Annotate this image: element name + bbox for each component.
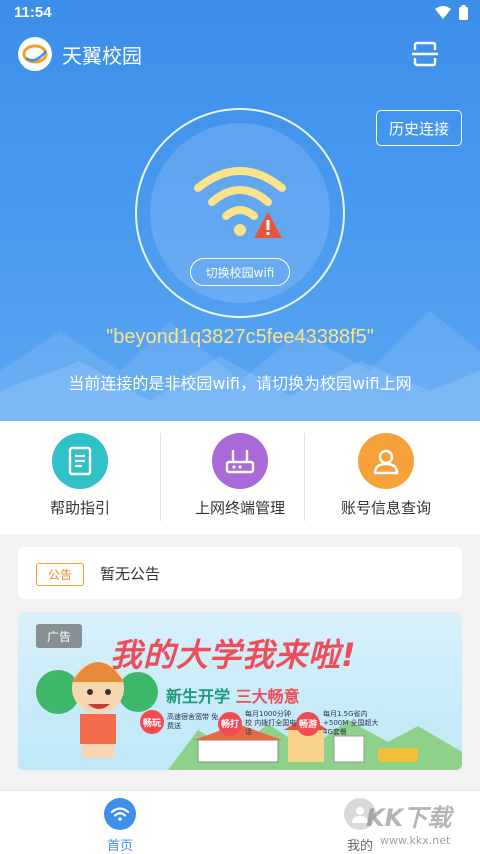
switch-campus-wifi-button[interactable]: 切换校园wifi bbox=[190, 258, 290, 286]
wifi-status-icon bbox=[435, 6, 451, 19]
perk-text: 每月1.5G省内+500M 全国超大4G套餐 bbox=[323, 710, 379, 736]
watermark-text: KK下载 bbox=[366, 804, 452, 832]
app-logo bbox=[18, 37, 52, 71]
document-icon bbox=[52, 433, 108, 489]
ad-subline-prefix: 新生开学 bbox=[166, 687, 231, 706]
ad-perk: 畅打 每月1000分钟校 内拨打全国电话 bbox=[218, 710, 297, 737]
app-title: 天翼校园 bbox=[62, 44, 142, 68]
ad-perk: 畅玩 高速宿舍宽带 免费送 bbox=[140, 710, 219, 734]
wifi-warning-icon bbox=[194, 167, 286, 238]
account-query-item[interactable]: 账号信息查询 bbox=[306, 421, 466, 534]
ad-subline-highlight: 三大畅意 bbox=[235, 687, 300, 706]
watermark: KK下载 www.kkx.net bbox=[362, 796, 480, 854]
ad-tag: 广告 bbox=[36, 624, 82, 648]
status-bar: 11:54 bbox=[0, 0, 480, 28]
tab-home-label: 首页 bbox=[106, 839, 133, 854]
connection-hint: 当前连接的是非校园wifi，请切换为校园wifi上网 bbox=[68, 374, 412, 393]
ad-subline: 新生开学 三大畅意 bbox=[166, 683, 300, 707]
perk-badge: 畅游 bbox=[296, 711, 320, 736]
tab-home[interactable]: 首页 bbox=[0, 791, 240, 854]
perk-text: 高速宿舍宽带 免费送 bbox=[167, 713, 219, 730]
ad-banner[interactable]: 广告 我的大学我来啦! 新生开学 三大畅意 畅玩 高速宿舍宽带 免费送 畅打 每… bbox=[18, 612, 462, 770]
battery-icon bbox=[459, 5, 468, 20]
divider bbox=[304, 433, 305, 521]
perk-badge: 畅打 bbox=[218, 711, 242, 736]
perk-badge: 畅玩 bbox=[140, 710, 164, 734]
quick-actions: 帮助指引 上网终端管理 账号信息查询 bbox=[0, 421, 480, 534]
ad-headline: 我的大学我来啦! bbox=[110, 636, 357, 674]
help-guide-label: 帮助指引 bbox=[49, 499, 110, 517]
ad-perk: 畅游 每月1.5G省内+500M 全国超大4G套餐 bbox=[296, 710, 385, 737]
logo-icon bbox=[22, 44, 48, 64]
app-bar: 天翼校园 bbox=[0, 30, 480, 78]
scan-icon[interactable] bbox=[410, 39, 440, 69]
status-icons bbox=[435, 5, 468, 20]
hero-panel: 11:54 天翼校园 历史连接 切换校园wifi "beyond1q3827c5… bbox=[0, 0, 480, 421]
device-management-item[interactable]: 上网终端管理 bbox=[160, 421, 320, 534]
watermark-url: www.kkx.net bbox=[380, 834, 451, 847]
user-icon bbox=[358, 433, 414, 489]
help-guide-item[interactable]: 帮助指引 bbox=[0, 421, 160, 534]
notice-text: 暂无公告 bbox=[100, 565, 161, 583]
status-time: 11:54 bbox=[14, 4, 52, 21]
account-query-label: 账号信息查询 bbox=[340, 499, 431, 517]
router-icon bbox=[212, 433, 268, 489]
notice-card[interactable]: 公告 暂无公告 bbox=[18, 547, 462, 599]
current-ssid: "beyond1q3827c5fee43388f5" bbox=[106, 326, 374, 348]
history-connections-button[interactable]: 历史连接 bbox=[376, 110, 462, 146]
notice-tag: 公告 bbox=[36, 563, 84, 586]
device-management-label: 上网终端管理 bbox=[194, 499, 285, 517]
wifi-icon bbox=[104, 798, 136, 830]
perk-text: 每月1000分钟校 内拨打全国电话 bbox=[245, 710, 297, 736]
